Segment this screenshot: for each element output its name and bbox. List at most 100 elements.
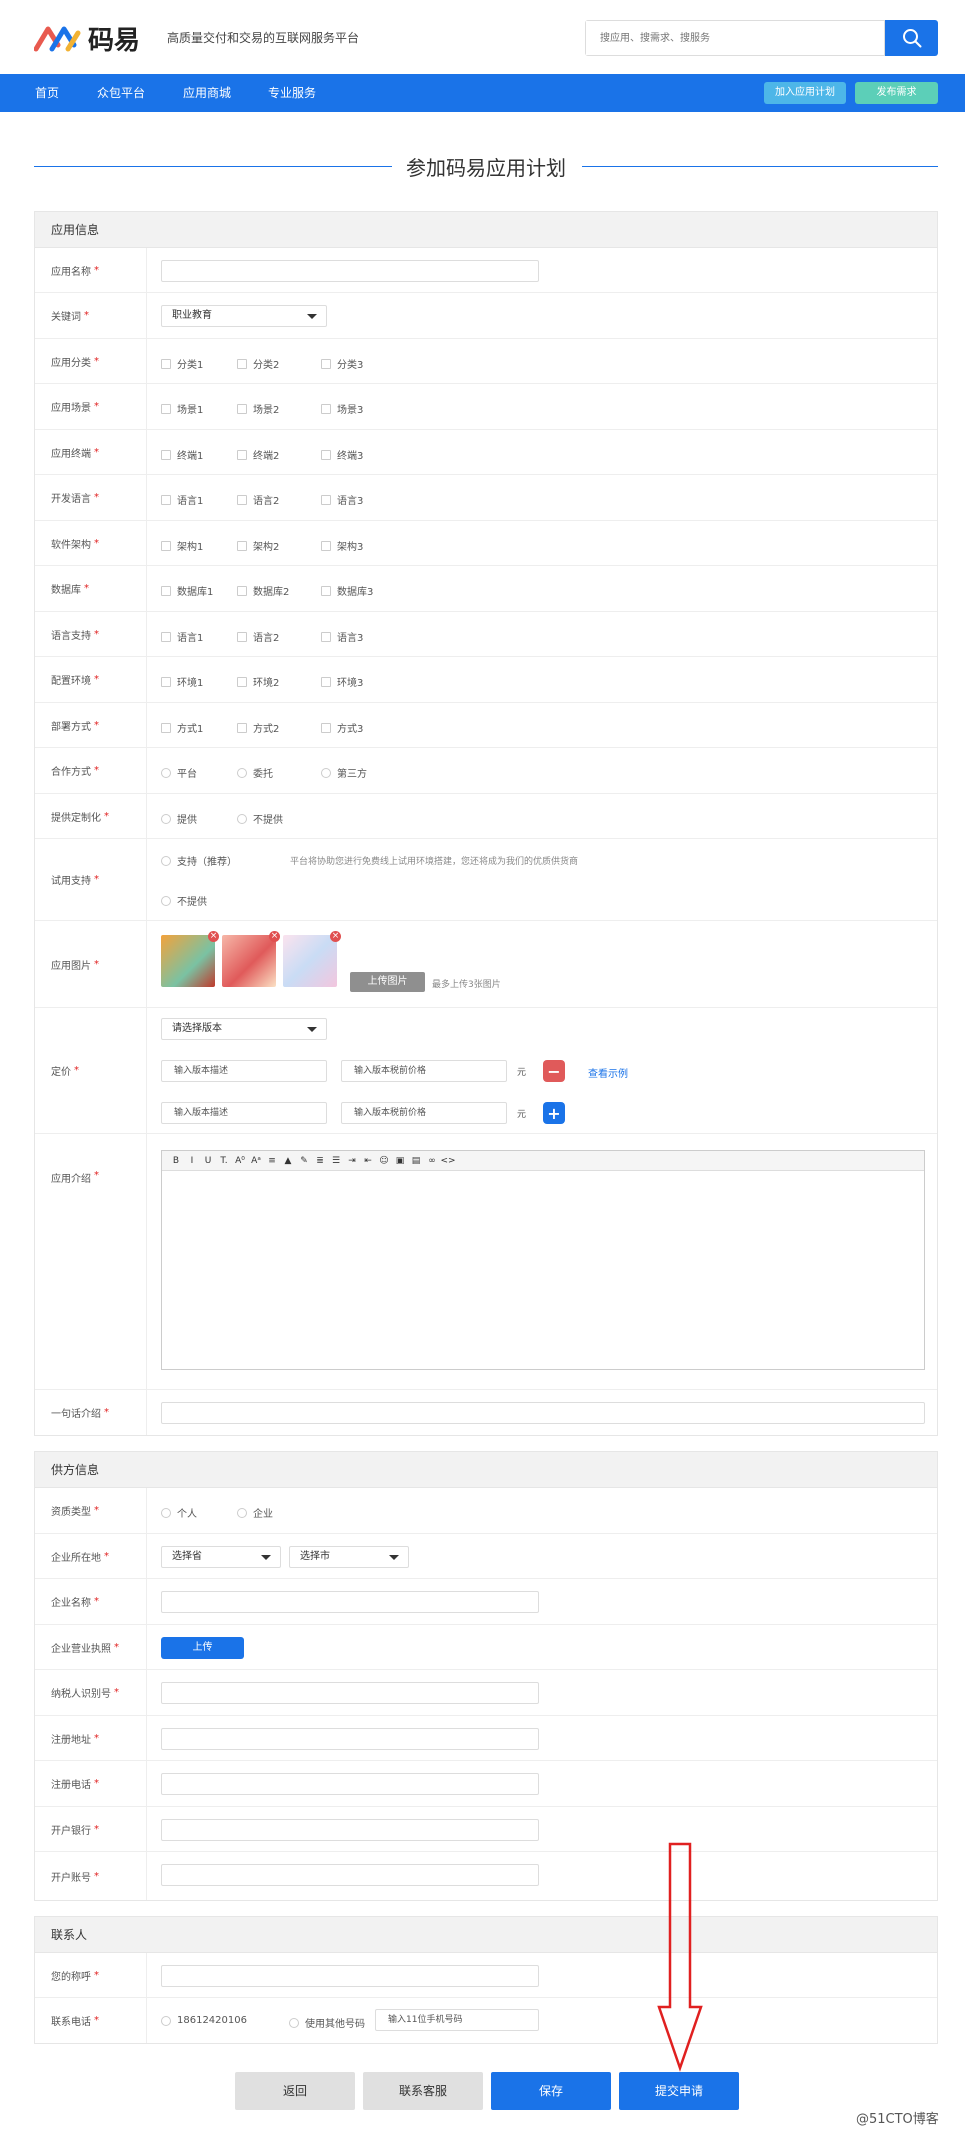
checkbox-option[interactable]: 环境1 <box>161 674 203 689</box>
checkbox-option[interactable]: 方式1 <box>161 720 203 735</box>
checkbox-option[interactable]: 分类1 <box>161 356 203 371</box>
radio-option[interactable]: 不提供 <box>161 893 207 908</box>
checkbox-option[interactable]: 场景2 <box>237 401 279 416</box>
editor-tool-icon[interactable]: ▣ <box>392 1156 408 1166</box>
checkbox-option[interactable]: 语言2 <box>237 492 279 507</box>
contact-service-button[interactable]: 联系客服 <box>363 2072 483 2110</box>
field-label: 部署方式 * <box>35 703 147 747</box>
radio-option[interactable]: 平台 <box>161 765 197 780</box>
search-button[interactable] <box>885 20 938 56</box>
image-thumbnail[interactable]: × <box>161 931 219 987</box>
checkbox-option[interactable]: 语言1 <box>161 629 203 644</box>
tax-id-input[interactable] <box>161 1682 539 1704</box>
image-thumbnail[interactable]: × <box>283 931 341 987</box>
rich-text-editor[interactable]: B I U T. A⁰ Aᵃ ≡ ▲ ✎ ≣ ☰ ⇥ ⇤ ☺ ▣ ▤ ∞ <> <box>161 1150 925 1370</box>
join-plan-button[interactable]: 加入应用计划 <box>764 82 846 104</box>
city-select[interactable]: 选择市 <box>289 1546 409 1568</box>
company-name-input[interactable] <box>161 1591 539 1613</box>
remove-version-button[interactable]: − <box>543 1060 565 1082</box>
radio-option[interactable]: 使用其他号码 <box>289 2015 365 2030</box>
editor-tool-icon[interactable]: T. <box>216 1156 232 1166</box>
checkbox-option[interactable]: 架构2 <box>237 538 279 553</box>
back-button[interactable]: 返回 <box>235 2072 355 2110</box>
editor-tool-icon[interactable]: ▤ <box>408 1156 424 1166</box>
publish-demand-button[interactable]: 发布需求 <box>855 82 938 104</box>
checkbox-option[interactable]: 环境2 <box>237 674 279 689</box>
radio-option[interactable]: 支持（推荐） <box>161 853 237 868</box>
version-desc-input[interactable]: 输入版本描述 <box>161 1060 327 1082</box>
radio-option[interactable]: 企业 <box>237 1505 273 1520</box>
account-input[interactable] <box>161 1864 539 1886</box>
checkbox-option[interactable]: 场景1 <box>161 401 203 416</box>
site-logo[interactable]: 码易 <box>34 20 144 56</box>
oneline-intro-input[interactable] <box>161 1402 925 1424</box>
checkbox-option[interactable]: 场景3 <box>321 401 363 416</box>
radio-option[interactable]: 提供 <box>161 811 197 826</box>
reg-phone-input[interactable] <box>161 1773 539 1795</box>
version-price-input[interactable]: 输入版本税前价格 <box>341 1102 507 1124</box>
checkbox-option[interactable]: 终端3 <box>321 447 363 462</box>
checkbox-option[interactable]: 分类3 <box>321 356 363 371</box>
editor-tool-icon[interactable]: ✎ <box>296 1156 312 1166</box>
editor-tool-icon[interactable]: <> <box>440 1156 456 1166</box>
checkbox-option[interactable]: 语言1 <box>161 492 203 507</box>
upload-image-button[interactable]: 上传图片 <box>350 972 425 992</box>
checkbox-option[interactable]: 方式3 <box>321 720 363 735</box>
submit-button[interactable]: 提交申请 <box>619 2072 739 2110</box>
editor-tool-icon[interactable]: ≣ <box>312 1156 328 1166</box>
editor-tool-icon[interactable]: B <box>168 1156 184 1166</box>
editor-tool-icon[interactable]: ☺ <box>376 1156 392 1166</box>
upload-license-button[interactable]: 上传 <box>161 1637 244 1659</box>
view-example-link[interactable]: 查看示例 <box>588 1065 628 1080</box>
bank-input[interactable] <box>161 1819 539 1841</box>
checkbox-option[interactable]: 数据库3 <box>321 583 373 598</box>
editor-tool-icon[interactable]: Aᵃ <box>248 1156 264 1166</box>
radio-option[interactable]: 委托 <box>237 765 273 780</box>
editor-tool-icon[interactable]: ☰ <box>328 1156 344 1166</box>
keyword-select[interactable]: 职业教育 <box>161 305 327 327</box>
other-phone-input[interactable]: 输入11位手机号码 <box>375 2009 539 2031</box>
checkbox-option[interactable]: 语言3 <box>321 629 363 644</box>
nav-item-app-store[interactable]: 应用商城 <box>183 74 231 112</box>
editor-tool-icon[interactable]: ▲ <box>280 1156 296 1166</box>
checkbox-option[interactable]: 终端2 <box>237 447 279 462</box>
nav-item-pro-service[interactable]: 专业服务 <box>268 74 316 112</box>
checkbox-option[interactable]: 环境3 <box>321 674 363 689</box>
remove-image-icon[interactable]: × <box>269 931 280 942</box>
radio-option[interactable]: 第三方 <box>321 765 367 780</box>
app-name-input[interactable] <box>161 260 539 282</box>
version-select[interactable]: 请选择版本 <box>161 1018 327 1040</box>
version-price-input[interactable]: 输入版本税前价格 <box>341 1060 507 1082</box>
checkbox-option[interactable]: 架构3 <box>321 538 363 553</box>
reg-address-input[interactable] <box>161 1728 539 1750</box>
editor-tool-icon[interactable]: A⁰ <box>232 1156 248 1166</box>
editor-tool-icon[interactable]: I <box>184 1156 200 1166</box>
province-select[interactable]: 选择省 <box>161 1546 281 1568</box>
version-desc-input[interactable]: 输入版本描述 <box>161 1102 327 1124</box>
checkbox-option[interactable]: 数据库1 <box>161 583 213 598</box>
checkbox-option[interactable]: 分类2 <box>237 356 279 371</box>
nav-item-crowdsource[interactable]: 众包平台 <box>97 74 145 112</box>
editor-tool-icon[interactable]: ≡ <box>264 1156 280 1166</box>
editor-tool-icon[interactable]: ⇥ <box>344 1156 360 1166</box>
save-button[interactable]: 保存 <box>491 2072 611 2110</box>
checkbox-option[interactable]: 方式2 <box>237 720 279 735</box>
radio-option[interactable]: 不提供 <box>237 811 283 826</box>
checkbox-option[interactable]: 语言3 <box>321 492 363 507</box>
add-version-button[interactable]: + <box>543 1102 565 1124</box>
remove-image-icon[interactable]: × <box>330 931 341 942</box>
radio-option[interactable]: 个人 <box>161 1505 197 1520</box>
editor-tool-icon[interactable]: U <box>200 1156 216 1166</box>
checkbox-option[interactable]: 语言2 <box>237 629 279 644</box>
image-thumbnail[interactable]: × <box>222 931 280 987</box>
checkbox-option[interactable]: 终端1 <box>161 447 203 462</box>
search-input[interactable] <box>586 21 884 55</box>
contact-name-input[interactable] <box>161 1965 539 1987</box>
checkbox-option[interactable]: 架构1 <box>161 538 203 553</box>
remove-image-icon[interactable]: × <box>208 931 219 942</box>
nav-item-home[interactable]: 首页 <box>35 74 59 112</box>
checkbox-option[interactable]: 数据库2 <box>237 583 289 598</box>
radio-option[interactable]: 18612420106 <box>161 2015 247 2026</box>
editor-tool-icon[interactable]: ⇤ <box>360 1156 376 1166</box>
editor-tool-icon[interactable]: ∞ <box>424 1156 440 1166</box>
